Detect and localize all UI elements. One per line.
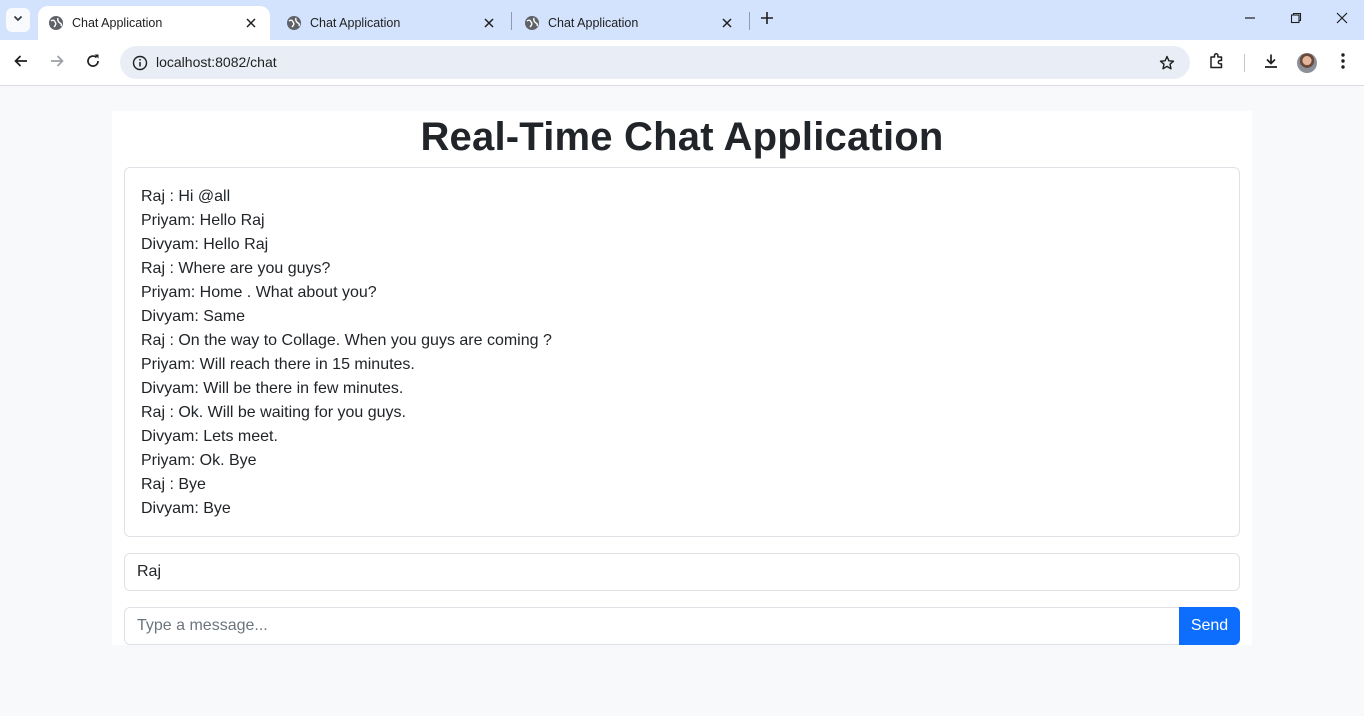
- restore-button[interactable]: [1282, 8, 1310, 32]
- chat-message: Raj : On the way to Collage. When you gu…: [141, 332, 552, 349]
- plus-icon: [760, 11, 774, 30]
- chat-message: Raj : Ok. Will be waiting for you guys.: [141, 404, 406, 421]
- chat-message: Divyam: Will be there in few minutes.: [141, 380, 404, 397]
- avatar[interactable]: [1297, 53, 1317, 73]
- tab-title: Chat Application: [72, 16, 163, 30]
- close-icon[interactable]: [242, 14, 260, 32]
- chat-message: Raj : Hi @all: [141, 188, 231, 205]
- minimize-icon: [1244, 11, 1256, 29]
- chat-message: Divyam: Hello Raj: [141, 236, 269, 253]
- extensions-button[interactable]: [1205, 51, 1229, 75]
- browser-toolbar: localhost:8082/chat: [0, 40, 1364, 86]
- more-vert-icon: [1340, 52, 1346, 75]
- close-icon[interactable]: [718, 14, 736, 32]
- tab-search-button[interactable]: [6, 8, 30, 32]
- page-title: Real-Time Chat Application: [420, 115, 944, 159]
- page-body: Real-Time Chat Application Raj : Hi @all…: [0, 87, 1364, 716]
- chat-message: Priyam: Hello Raj: [141, 212, 265, 229]
- back-button[interactable]: [9, 51, 33, 75]
- tab-separator: [511, 12, 512, 30]
- star-icon[interactable]: [1156, 52, 1178, 74]
- chat-message: Priyam: Ok. Bye: [141, 452, 257, 469]
- chat-message: Divyam: Lets meet.: [141, 428, 278, 445]
- window-close-icon: [1336, 11, 1348, 29]
- close-icon[interactable]: [480, 14, 498, 32]
- extensions-icon: [1208, 52, 1226, 75]
- toolbar-divider: [1244, 54, 1245, 72]
- forward-button[interactable]: [45, 51, 69, 75]
- chat-message: Raj : Bye: [141, 476, 206, 493]
- globe-icon: [48, 15, 64, 31]
- chat-message: Raj : Where are you guys?: [141, 260, 331, 277]
- tab-2[interactable]: Chat Application: [276, 6, 508, 40]
- restore-icon: [1290, 11, 1302, 29]
- chat-message: Priyam: Home . What about you?: [141, 284, 377, 301]
- tab-1[interactable]: Chat Application: [38, 6, 270, 40]
- reload-icon: [85, 53, 101, 74]
- tab-title: Chat Application: [310, 16, 401, 30]
- send-button[interactable]: Send: [1179, 607, 1240, 645]
- globe-icon: [286, 15, 302, 31]
- chat-container: Real-Time Chat Application Raj : Hi @all…: [112, 111, 1252, 645]
- info-icon[interactable]: [128, 51, 152, 75]
- menu-button[interactable]: [1331, 51, 1355, 75]
- downloads-button[interactable]: [1259, 51, 1283, 75]
- reload-button[interactable]: [81, 51, 105, 75]
- username-input[interactable]: [124, 553, 1240, 591]
- download-icon: [1262, 52, 1280, 75]
- tab-3[interactable]: Chat Application: [514, 6, 746, 40]
- new-tab-button[interactable]: [756, 9, 778, 31]
- tab-strip: Chat Application Chat Application Chat A…: [0, 0, 1364, 40]
- chat-message: Divyam: Same: [141, 308, 246, 325]
- tab-separator: [749, 12, 750, 30]
- window-close-button[interactable]: [1328, 8, 1356, 32]
- forward-arrow-icon: [49, 53, 65, 74]
- url-text[interactable]: localhost:8082/chat: [156, 54, 277, 70]
- chat-messages-box[interactable]: Raj : Hi @all Priyam: Hello Raj Divyam: He…: [124, 167, 1240, 537]
- tab-title: Chat Application: [548, 16, 639, 30]
- back-arrow-icon: [13, 53, 29, 74]
- chat-message: Priyam: Will reach there in 15 minutes.: [141, 356, 415, 373]
- chat-message: Divyam: Bye: [141, 500, 231, 517]
- globe-icon: [524, 15, 540, 31]
- chevron-down-icon: [12, 11, 24, 29]
- address-bar[interactable]: localhost:8082/chat: [120, 46, 1190, 79]
- message-input[interactable]: [124, 607, 1180, 645]
- minimize-button[interactable]: [1236, 8, 1264, 32]
